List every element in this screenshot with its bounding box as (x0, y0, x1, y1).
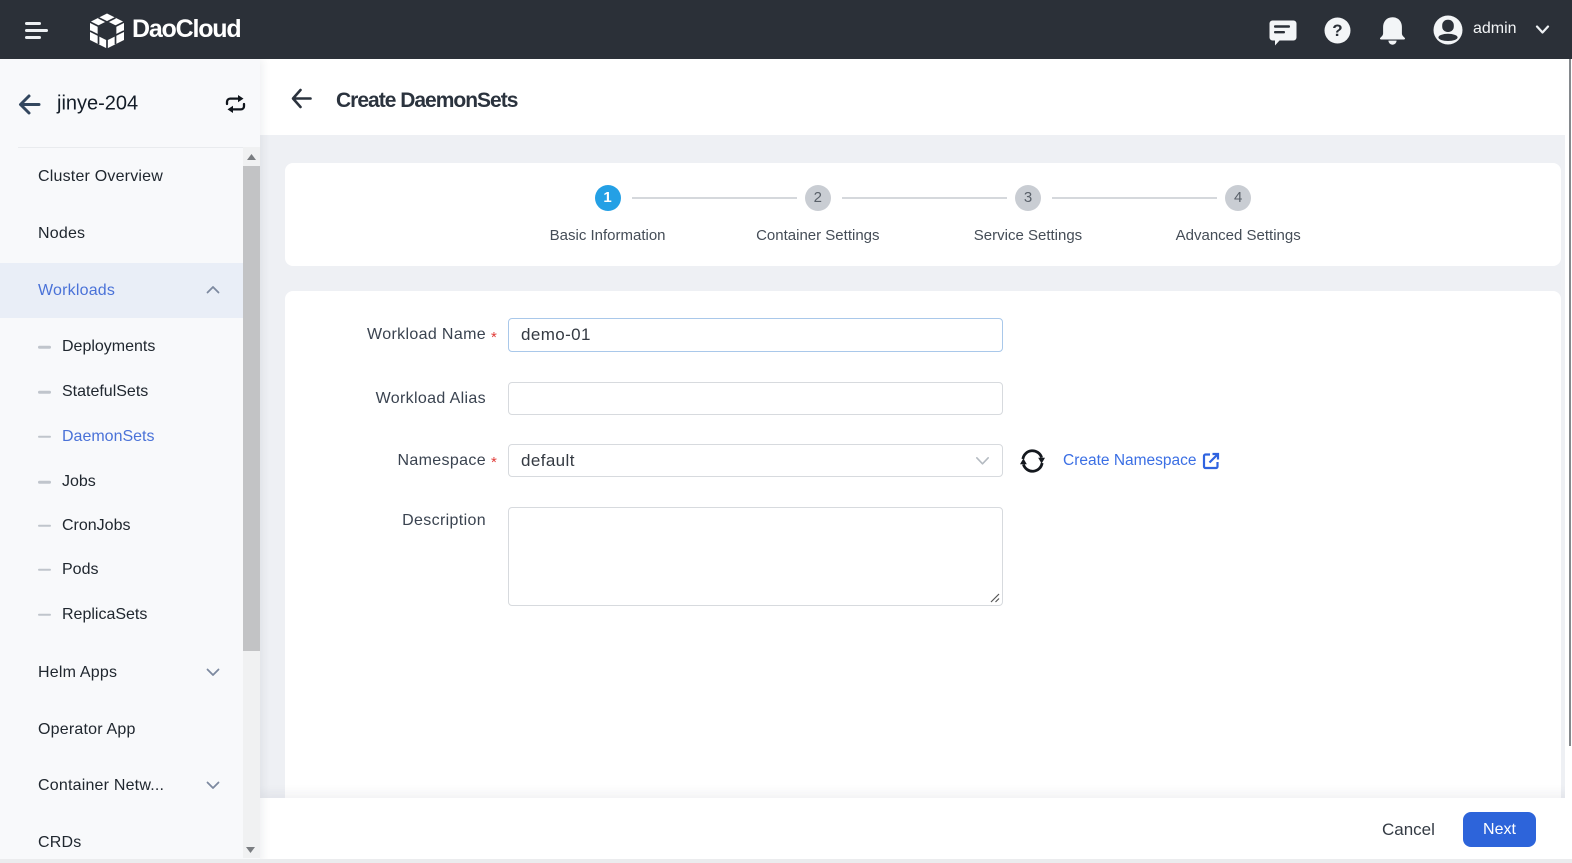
svg-text:?: ? (1332, 21, 1342, 40)
